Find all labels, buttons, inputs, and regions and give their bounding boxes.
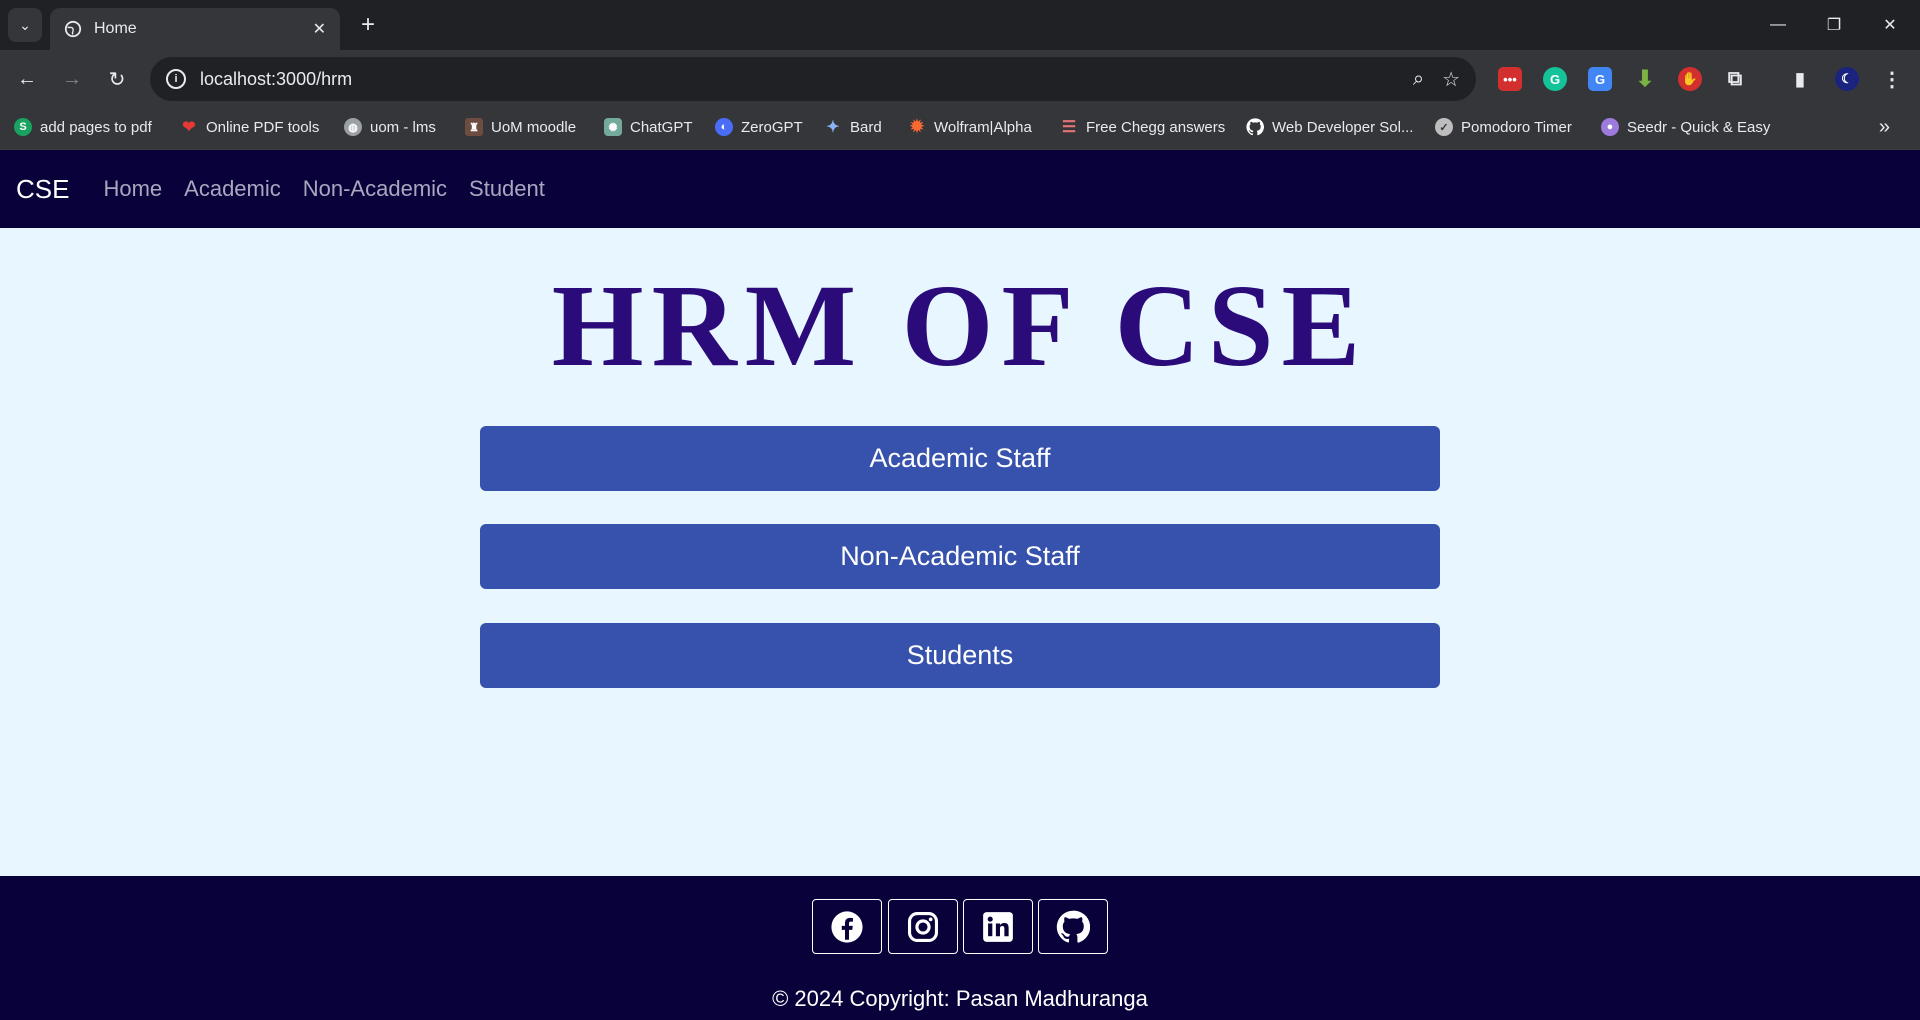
window-close-icon[interactable]: ✕: [1870, 10, 1910, 40]
nav-link-non-academic[interactable]: Non-Academic: [303, 176, 447, 202]
adblock-icon[interactable]: ✋: [1678, 67, 1702, 91]
bookmark-chatgpt[interactable]: ✺ ChatGPT: [604, 118, 693, 136]
browser-tab-strip: ⌄ Home ✕ + — ❐ ✕: [0, 0, 1920, 50]
browser-tab-home[interactable]: Home ✕: [50, 8, 340, 50]
bookmark-bard[interactable]: ✦ Bard: [824, 118, 881, 137]
side-panel-icon[interactable]: ▮: [1788, 67, 1812, 91]
nav-link-academic[interactable]: Academic: [184, 176, 281, 202]
site-footer: © 2024 Copyright: Pasan Madhuranga: [0, 876, 1920, 1020]
zerogpt-icon: ◐: [715, 118, 733, 136]
bookmarks-overflow-icon[interactable]: »: [1879, 116, 1890, 139]
bookmark-free-chegg-answers[interactable]: ☰ Free Chegg answers: [1060, 118, 1225, 137]
bookmark-web-developer-sol[interactable]: Web Developer Sol...: [1246, 118, 1413, 136]
crest-icon: ♜: [465, 118, 483, 136]
globe-icon: ◍: [344, 118, 362, 136]
instagram-icon: [907, 911, 939, 942]
bookmarks-bar: S add pages to pdf ❤ Online PDF tools ◍ …: [0, 108, 1920, 150]
seed-icon: ●: [1601, 118, 1619, 136]
academic-staff-button[interactable]: Academic Staff: [480, 426, 1440, 491]
forward-icon[interactable]: →: [57, 64, 87, 94]
instagram-button[interactable]: [888, 899, 958, 954]
students-button[interactable]: Students: [480, 623, 1440, 688]
site-navbar: CSE Home Academic Non-Academic Student: [0, 150, 1920, 228]
restore-icon[interactable]: ❐: [1814, 10, 1854, 40]
download-extension-icon[interactable]: ⬇: [1633, 66, 1657, 91]
bookmark-online-pdf-tools[interactable]: ❤ Online PDF tools: [180, 118, 319, 137]
bookmark-pomodoro-timer[interactable]: ✓ Pomodoro Timer: [1435, 118, 1572, 136]
facebook-icon: [831, 910, 863, 943]
sparkle-icon: ✦: [826, 119, 840, 136]
github-button[interactable]: [1038, 899, 1108, 954]
grammarly-icon[interactable]: G: [1543, 67, 1567, 91]
chevron-down-icon: ⌄: [19, 16, 31, 33]
bookmark-uom-moodle[interactable]: ♜ UoM moodle: [465, 118, 576, 136]
tab-title: Home: [94, 20, 137, 37]
heart-icon: ❤: [182, 119, 196, 136]
main-content: HRM OF CSE Academic Staff Non-Academic S…: [0, 228, 1920, 876]
minimize-icon[interactable]: —: [1758, 10, 1798, 40]
stack-icon: ☰: [1061, 119, 1077, 136]
copyright-text: © 2024 Copyright: Pasan Madhuranga: [772, 986, 1148, 1011]
linkedin-button[interactable]: [963, 899, 1033, 954]
tab-search-button[interactable]: ⌄: [8, 8, 42, 42]
non-academic-staff-button[interactable]: Non-Academic Staff: [480, 524, 1440, 589]
chatgpt-icon: ✺: [604, 118, 622, 136]
nav-link-home[interactable]: Home: [103, 176, 162, 202]
menu-kebab-icon[interactable]: ⋮: [1880, 67, 1904, 91]
zoom-icon[interactable]: ⌕: [1413, 68, 1424, 91]
reload-icon[interactable]: ↻: [102, 64, 132, 94]
bookmark-zerogpt[interactable]: ◐ ZeroGPT: [715, 118, 803, 136]
github-icon: [1246, 118, 1264, 136]
globe-icon: [64, 20, 82, 38]
back-icon[interactable]: ←: [12, 64, 42, 94]
extensions-puzzle-icon[interactable]: ⧉: [1723, 67, 1747, 91]
google-translate-icon[interactable]: G: [1588, 67, 1612, 91]
facebook-button[interactable]: [812, 899, 882, 954]
address-bar[interactable]: i localhost:3000/hrm ⌕ ☆: [150, 57, 1476, 101]
bookmark-add-pages-to-pdf[interactable]: S add pages to pdf: [14, 118, 152, 136]
url-text[interactable]: localhost:3000/hrm: [200, 69, 1395, 90]
github-icon: [1056, 910, 1090, 943]
password-extension-icon[interactable]: •••: [1498, 67, 1522, 91]
close-tab-icon[interactable]: ✕: [313, 19, 326, 39]
linkedin-icon: [983, 911, 1013, 942]
profile-avatar[interactable]: ☾: [1835, 67, 1859, 91]
nav-link-student[interactable]: Student: [469, 176, 545, 202]
browser-toolbar: ← → ↻ i localhost:3000/hrm ⌕ ☆ ••• G G ⬇…: [0, 50, 1920, 108]
wolfram-icon: ✹: [909, 117, 925, 136]
bookmark-seedr[interactable]: ● Seedr - Quick & Easy: [1601, 118, 1770, 136]
site-info-icon[interactable]: i: [166, 69, 186, 89]
bookmark-uom-lms[interactable]: ◍ uom - lms: [344, 118, 436, 136]
check-circle-icon: ✓: [1435, 118, 1453, 136]
s-logo-icon: S: [14, 118, 32, 136]
bookmark-star-icon[interactable]: ☆: [1442, 67, 1460, 92]
page-title: HRM OF CSE: [551, 260, 1369, 391]
new-tab-button[interactable]: +: [353, 10, 383, 40]
navbar-brand[interactable]: CSE: [16, 174, 69, 205]
bookmark-wolfram-alpha[interactable]: ✹ Wolfram|Alpha: [908, 117, 1032, 136]
